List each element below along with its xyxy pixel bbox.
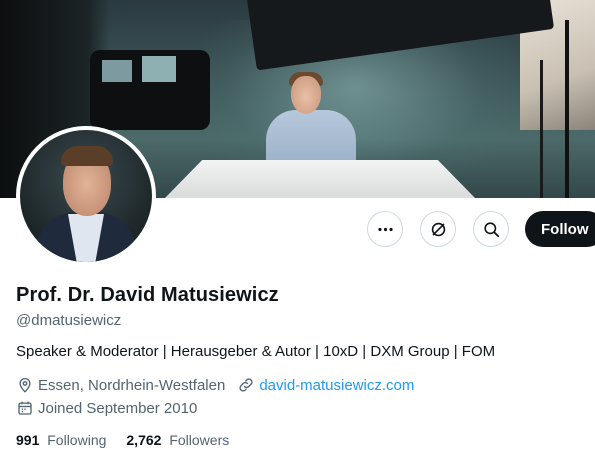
- profile-actions: Follow: [367, 211, 595, 247]
- banner-camera: [90, 50, 210, 130]
- banner-person-head: [291, 76, 321, 114]
- followers-link[interactable]: 2,762 Followers: [126, 432, 229, 448]
- grok-icon: [431, 222, 445, 236]
- location-icon: [19, 378, 31, 393]
- following-count: 991: [16, 432, 40, 448]
- more-icon: [377, 227, 393, 231]
- calendar-icon: [18, 401, 32, 415]
- more-button[interactable]: [367, 211, 403, 247]
- banner-light-stand: [540, 60, 543, 198]
- profile-joined-row: Joined September 2010: [16, 399, 197, 417]
- search-button[interactable]: [473, 211, 509, 247]
- following-link[interactable]: 991 Following: [16, 432, 106, 448]
- profile-meta-row: Essen, Nordrhein-Westfalen david-matusie…: [16, 376, 414, 394]
- followers-label: Followers: [169, 432, 230, 448]
- banner-light-stand: [565, 20, 569, 198]
- profile-location: Essen, Nordrhein-Westfalen: [38, 376, 226, 394]
- search-icon: [483, 221, 499, 237]
- profile-name: Prof. Dr. David Matusiewicz: [16, 284, 279, 306]
- avatar-hair: [61, 146, 113, 166]
- link-icon: [239, 378, 253, 392]
- follow-button[interactable]: Follow: [525, 211, 595, 247]
- profile-joined-date: Joined September 2010: [38, 399, 198, 417]
- profile-website-link[interactable]: david-matusiewicz.com: [259, 377, 414, 394]
- avatar[interactable]: [16, 126, 156, 266]
- profile-stats: 991 Following 2,762 Followers: [16, 432, 249, 448]
- banner-table: [165, 160, 475, 198]
- camera-monitor: [142, 56, 176, 82]
- followers-count: 2,762: [126, 432, 162, 448]
- profile-handle: @dmatusiewicz: [16, 312, 122, 329]
- profile-bio: Speaker & Moderator | Herausgeber & Auto…: [16, 343, 496, 360]
- following-label: Following: [47, 432, 107, 448]
- camera-screen: [102, 60, 132, 82]
- grok-button[interactable]: [420, 211, 456, 247]
